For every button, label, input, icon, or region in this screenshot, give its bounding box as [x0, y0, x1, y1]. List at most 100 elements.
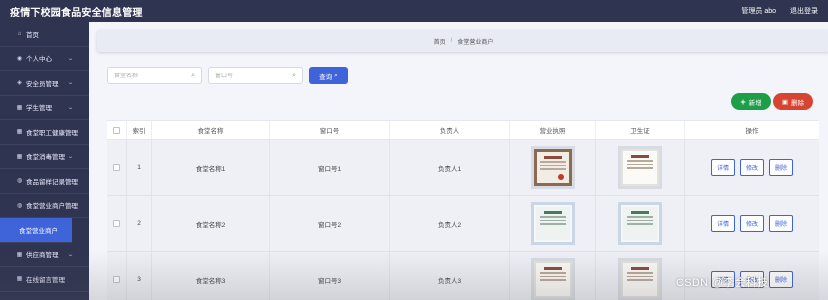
- health-certificate-thumbnail[interactable]: [618, 146, 662, 189]
- home-icon: ⌂: [17, 30, 22, 37]
- row-window-number: 窗口号2: [270, 196, 390, 251]
- edit-button[interactable]: 修改: [739, 159, 764, 176]
- health-certificate-thumbnail[interactable]: [618, 202, 662, 245]
- pin-icon: ◍: [16, 202, 23, 209]
- row-delete-button[interactable]: 删除: [769, 159, 794, 176]
- logout-link[interactable]: 退出登录: [790, 6, 818, 16]
- sidebar-item[interactable]: ◍ 食堂营业商户管理 ⌄: [0, 194, 89, 218]
- chevron-down-icon: ⌄: [66, 202, 75, 209]
- search-button[interactable]: 查询 ⌕: [309, 67, 348, 84]
- sidebar-item[interactable]: ▦ 供应商管理 ⌄: [0, 243, 89, 267]
- health-certificate-thumbnail[interactable]: [618, 258, 662, 300]
- sidebar-item[interactable]: ▦ 学生管理 ⌄: [0, 96, 89, 120]
- merchant-table: 索引 食堂名称 窗口号 负责人 营业执照 卫生证 操作 1 食堂名称1 窗口号1 负责…: [107, 120, 819, 300]
- sidebar-item[interactable]: ◉ 个人中心 ⌄: [0, 47, 89, 71]
- delete-button-label: 删除: [791, 99, 805, 107]
- row-index: 2: [127, 196, 152, 251]
- sidebar-item-label: 供应商管理: [26, 252, 59, 260]
- grid-icon: ▦: [16, 276, 23, 283]
- delete-button[interactable]: ▣ 删除: [773, 93, 813, 110]
- detail-button[interactable]: 详情: [710, 215, 735, 232]
- window-search-input[interactable]: [215, 72, 285, 79]
- search-icon: ⌕: [334, 71, 338, 79]
- sidebar-item-label: 安全员管理: [26, 80, 59, 88]
- license-cell: [510, 196, 596, 251]
- name-search-field[interactable]: ⌕: [107, 67, 202, 84]
- sidebar-item[interactable]: ▦ 食堂职工健康管理 ⌄: [0, 120, 89, 145]
- detail-button[interactable]: 详情: [710, 159, 735, 176]
- sidebar-item[interactable]: ◈ 安全员管理 ⌄: [0, 71, 89, 96]
- sidebar: ⌂ 首页 ◉ 个人中心 ⌄ ◈ 安全员管理 ⌄ ▦ 学生管理 ⌄ ▦ 食堂职工健康管理 ⌄ ▦ 食堂消毒管理 ⌄…: [0, 22, 89, 300]
- row-delete-button[interactable]: 删除: [769, 271, 794, 288]
- search-bar: ⌕ ⌕ 查询 ⌕: [107, 67, 348, 84]
- column-header-actions: 操作: [745, 128, 759, 135]
- breadcrumb-home[interactable]: 首页: [434, 37, 446, 46]
- row-canteen-name: 食堂名称3: [152, 252, 270, 300]
- row-select-cell: [107, 196, 127, 251]
- business-license-thumbnail[interactable]: [530, 146, 575, 189]
- sidebar-item-label: 食堂消毒管理: [26, 154, 65, 162]
- name-search-input[interactable]: [114, 72, 184, 79]
- edit-button[interactable]: 修改: [739, 215, 764, 232]
- search-icon: ⌕: [191, 71, 195, 79]
- grid-icon: ▦: [16, 129, 23, 136]
- breadcrumb-current: 食堂营业商户: [457, 39, 494, 46]
- row-canteen-name: 食堂名称2: [152, 196, 270, 251]
- search-icon: ⌕: [292, 71, 296, 79]
- column-header-manager: 负责人: [390, 121, 510, 139]
- window-search-field[interactable]: ⌕: [208, 67, 303, 84]
- health-cert-cell: [596, 252, 685, 300]
- sidebar-item[interactable]: ▦ 在线留言管理: [0, 267, 89, 292]
- sidebar-item-label: 学生管理: [26, 105, 52, 113]
- column-header-name: 食堂名称: [152, 121, 270, 139]
- add-button[interactable]: + 新增: [731, 93, 771, 110]
- search-button-label: 查询: [319, 73, 333, 81]
- business-license-thumbnail[interactable]: [530, 258, 575, 300]
- select-all-checkbox[interactable]: [113, 126, 120, 134]
- sidebar-item-label: 在线留言管理: [26, 276, 65, 284]
- license-cell: [510, 140, 596, 195]
- top-bar: 疫情下校园食品安全信息管理 管理员 abo 退出登录: [0, 0, 828, 22]
- sidebar-item[interactable]: 食堂营业商户: [0, 218, 72, 243]
- sidebar-item[interactable]: ⌂ 首页: [0, 22, 89, 47]
- shield-icon: ◈: [17, 80, 22, 87]
- column-header-window: 窗口号: [270, 121, 390, 139]
- license-cell: [510, 252, 596, 300]
- grid-icon: ▦: [16, 153, 23, 160]
- chevron-down-icon: ⌄: [66, 55, 75, 62]
- row-checkbox[interactable]: [113, 276, 120, 283]
- row-select-cell: [107, 140, 127, 195]
- user-label: 管理员 abo: [741, 8, 776, 15]
- sidebar-item-label: 个人中心: [26, 56, 52, 64]
- table-row: 1 食堂名称1 窗口号1 负责人1 详情 修改 删除: [107, 140, 819, 196]
- row-select-cell: [107, 252, 127, 300]
- row-index: 3: [127, 252, 152, 300]
- row-canteen-name: 食堂名称1: [152, 140, 270, 195]
- row-actions: 详情 修改 删除: [685, 196, 819, 251]
- business-license-thumbnail[interactable]: [530, 202, 575, 245]
- row-checkbox[interactable]: [113, 220, 120, 227]
- column-header-business-license: 营业执照: [510, 121, 596, 139]
- row-checkbox[interactable]: [113, 164, 120, 171]
- row-actions: 详情 修改 删除: [685, 140, 819, 195]
- row-manager: 负责人3: [390, 252, 510, 300]
- row-index: 1: [127, 140, 152, 195]
- sidebar-item[interactable]: ◍ 食品留样记录管理 ⌄: [0, 169, 89, 194]
- plus-icon: +: [740, 96, 746, 107]
- sidebar-item[interactable]: ▦ 食堂消毒管理 ⌄: [0, 145, 89, 169]
- chevron-down-icon: ⌄: [66, 80, 75, 87]
- breadcrumb: 首页 / 食堂营业商户: [97, 30, 828, 52]
- chevron-down-icon: ⌄: [66, 178, 75, 185]
- row-window-number: 窗口号1: [270, 140, 390, 195]
- app-title: 疫情下校园食品安全信息管理: [10, 7, 143, 19]
- chevron-down-icon: ⌄: [66, 153, 75, 160]
- row-window-number: 窗口号3: [270, 252, 390, 300]
- grid-icon: ▦: [16, 251, 23, 258]
- select-all-cell: [107, 121, 127, 139]
- table-header: 索引 食堂名称 窗口号 负责人 营业执照 卫生证 操作: [107, 120, 819, 140]
- grid-icon: ▦: [16, 104, 23, 111]
- health-cert-cell: [596, 196, 685, 251]
- breadcrumb-separator: /: [450, 38, 453, 44]
- trash-icon: ▣: [781, 98, 789, 106]
- row-delete-button[interactable]: 删除: [769, 215, 794, 232]
